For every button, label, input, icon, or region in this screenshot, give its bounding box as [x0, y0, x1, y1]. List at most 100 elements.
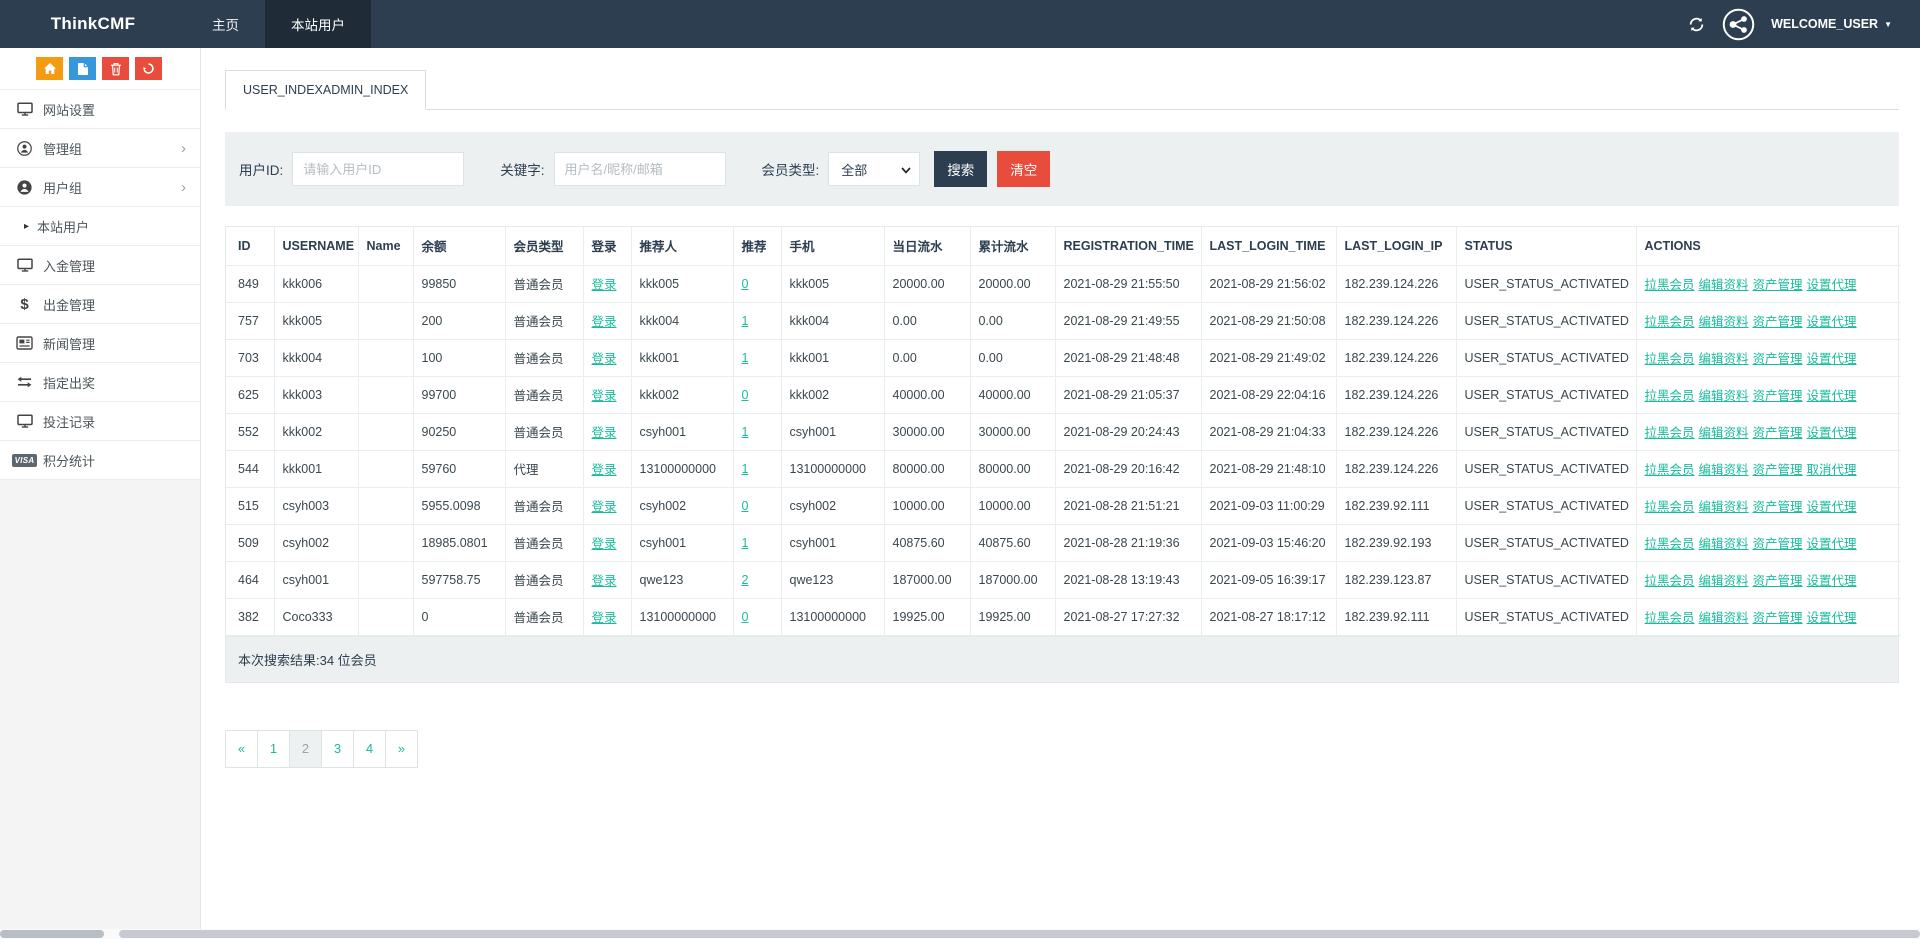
referrals-count-link[interactable]: 0: [742, 499, 749, 513]
action-link[interactable]: 拉黑会员: [1645, 389, 1695, 403]
action-link[interactable]: 资产管理: [1753, 352, 1803, 366]
login-link[interactable]: 登录: [592, 426, 617, 440]
sidebar-item-admin-group[interactable]: 管理组›: [0, 129, 200, 168]
action-link[interactable]: 资产管理: [1753, 500, 1803, 514]
action-link[interactable]: 编辑资料: [1699, 500, 1749, 514]
referrals-count-link[interactable]: 1: [742, 314, 749, 328]
pagination-item[interactable]: »: [385, 730, 418, 768]
login-link[interactable]: 登录: [592, 500, 617, 514]
refresh-icon[interactable]: [1686, 14, 1706, 34]
login-link[interactable]: 登录: [592, 574, 617, 588]
action-link[interactable]: 设置代理: [1807, 352, 1857, 366]
action-link[interactable]: 拉黑会员: [1645, 611, 1695, 625]
sidebar-item-news-management[interactable]: 新闻管理: [0, 324, 200, 363]
action-link[interactable]: 资产管理: [1753, 315, 1803, 329]
welcome-user-menu[interactable]: WELCOME_USER ▼: [1771, 17, 1892, 31]
sidebar-item-withdrawal-management[interactable]: $出金管理: [0, 285, 200, 324]
action-link[interactable]: 资产管理: [1753, 611, 1803, 625]
pagination-item[interactable]: «: [225, 730, 258, 768]
login-link[interactable]: 登录: [592, 352, 617, 366]
action-link[interactable]: 编辑资料: [1699, 611, 1749, 625]
action-link[interactable]: 资产管理: [1753, 389, 1803, 403]
action-link[interactable]: 资产管理: [1753, 278, 1803, 292]
action-link[interactable]: 设置代理: [1807, 389, 1857, 403]
referrals-count-link[interactable]: 1: [742, 351, 749, 365]
actions-cell: 拉黑会员编辑资料资产管理设置代理: [1636, 413, 1901, 450]
referrals-count-link[interactable]: 0: [742, 610, 749, 624]
referrals-count-link[interactable]: 1: [742, 462, 749, 476]
action-link[interactable]: 设置代理: [1807, 426, 1857, 440]
action-link[interactable]: 设置代理: [1807, 315, 1857, 329]
referrals-count-link[interactable]: 1: [742, 425, 749, 439]
recycle-button[interactable]: [135, 57, 162, 80]
action-link[interactable]: 资产管理: [1753, 426, 1803, 440]
action-link[interactable]: 拉黑会员: [1645, 278, 1695, 292]
sidebar-item-user-group[interactable]: 用户组›: [0, 168, 200, 207]
action-link[interactable]: 编辑资料: [1699, 574, 1749, 588]
keyword-input[interactable]: [554, 152, 726, 186]
login-link[interactable]: 登录: [592, 463, 617, 477]
trash-button[interactable]: [102, 57, 129, 80]
action-link[interactable]: 设置代理: [1807, 574, 1857, 588]
sidebar-item-website-settings[interactable]: 网站设置: [0, 90, 200, 129]
referrals-count-link[interactable]: 1: [742, 536, 749, 550]
action-link[interactable]: 编辑资料: [1699, 426, 1749, 440]
action-link[interactable]: 设置代理: [1807, 278, 1857, 292]
pagination-current-page[interactable]: 2: [289, 730, 322, 768]
scrollbar-thumb[interactable]: [119, 930, 1920, 938]
action-link[interactable]: 设置代理: [1807, 611, 1857, 625]
login-link[interactable]: 登录: [592, 315, 617, 329]
content-tab-user-index[interactable]: USER_INDEXADMIN_INDEX: [225, 70, 426, 110]
login-link[interactable]: 登录: [592, 611, 617, 625]
login-link[interactable]: 登录: [592, 389, 617, 403]
pagination-item[interactable]: 3: [321, 730, 354, 768]
top-tab-home[interactable]: 主页: [186, 0, 265, 48]
user-avatar-icon[interactable]: [1722, 8, 1755, 41]
action-link[interactable]: 拉黑会员: [1645, 574, 1695, 588]
referrals-count-link[interactable]: 0: [742, 277, 749, 291]
phone-cell: kkk001: [781, 339, 884, 376]
action-link[interactable]: 编辑资料: [1699, 315, 1749, 329]
action-link[interactable]: 资产管理: [1753, 574, 1803, 588]
action-link[interactable]: 拉黑会员: [1645, 500, 1695, 514]
user-id-input[interactable]: [292, 152, 464, 186]
top-tab-site-users[interactable]: 本站用户: [265, 0, 371, 48]
sidebar-item-site-users[interactable]: ▸本站用户: [0, 207, 200, 246]
sidebar-item-deposit-management[interactable]: 入金管理: [0, 246, 200, 285]
action-link[interactable]: 拉黑会员: [1645, 315, 1695, 329]
member-type-select[interactable]: 全部: [828, 152, 920, 186]
scrollbar-thumb-left[interactable]: [0, 930, 104, 938]
clear-button[interactable]: 清空: [997, 151, 1050, 187]
action-link[interactable]: 编辑资料: [1699, 537, 1749, 551]
sidebar-item-points-statistics[interactable]: VISA积分统计: [0, 441, 200, 480]
action-link[interactable]: 拉黑会员: [1645, 463, 1695, 477]
referrer-cell: kkk004: [631, 302, 733, 339]
search-button[interactable]: 搜索: [934, 151, 987, 187]
referrals-count-link[interactable]: 0: [742, 388, 749, 402]
action-link[interactable]: 拉黑会员: [1645, 426, 1695, 440]
login-link[interactable]: 登录: [592, 537, 617, 551]
sidebar-item-bet-records[interactable]: 投注记录: [0, 402, 200, 441]
referrals-count-link[interactable]: 2: [742, 573, 749, 587]
file-button[interactable]: [69, 57, 96, 80]
daily_flow-cell: 20000.00: [884, 265, 970, 302]
action-link[interactable]: 拉黑会员: [1645, 537, 1695, 551]
action-link[interactable]: 编辑资料: [1699, 278, 1749, 292]
action-link[interactable]: 取消代理: [1807, 463, 1857, 477]
horizontal-scrollbar[interactable]: [0, 929, 1920, 939]
pagination-item[interactable]: 1: [257, 730, 290, 768]
home-button[interactable]: [36, 57, 63, 80]
action-link[interactable]: 编辑资料: [1699, 389, 1749, 403]
sidebar-item-designated-prize[interactable]: 指定出奖: [0, 363, 200, 402]
action-link[interactable]: 编辑资料: [1699, 352, 1749, 366]
login-link-cell: 登录: [583, 598, 631, 635]
action-link[interactable]: 资产管理: [1753, 463, 1803, 477]
action-link[interactable]: 设置代理: [1807, 500, 1857, 514]
action-link[interactable]: 拉黑会员: [1645, 352, 1695, 366]
reg_time-cell: 2021-08-29 21:55:50: [1055, 265, 1201, 302]
login-link[interactable]: 登录: [592, 278, 617, 292]
action-link[interactable]: 设置代理: [1807, 537, 1857, 551]
action-link[interactable]: 资产管理: [1753, 537, 1803, 551]
action-link[interactable]: 编辑资料: [1699, 463, 1749, 477]
pagination-item[interactable]: 4: [353, 730, 386, 768]
